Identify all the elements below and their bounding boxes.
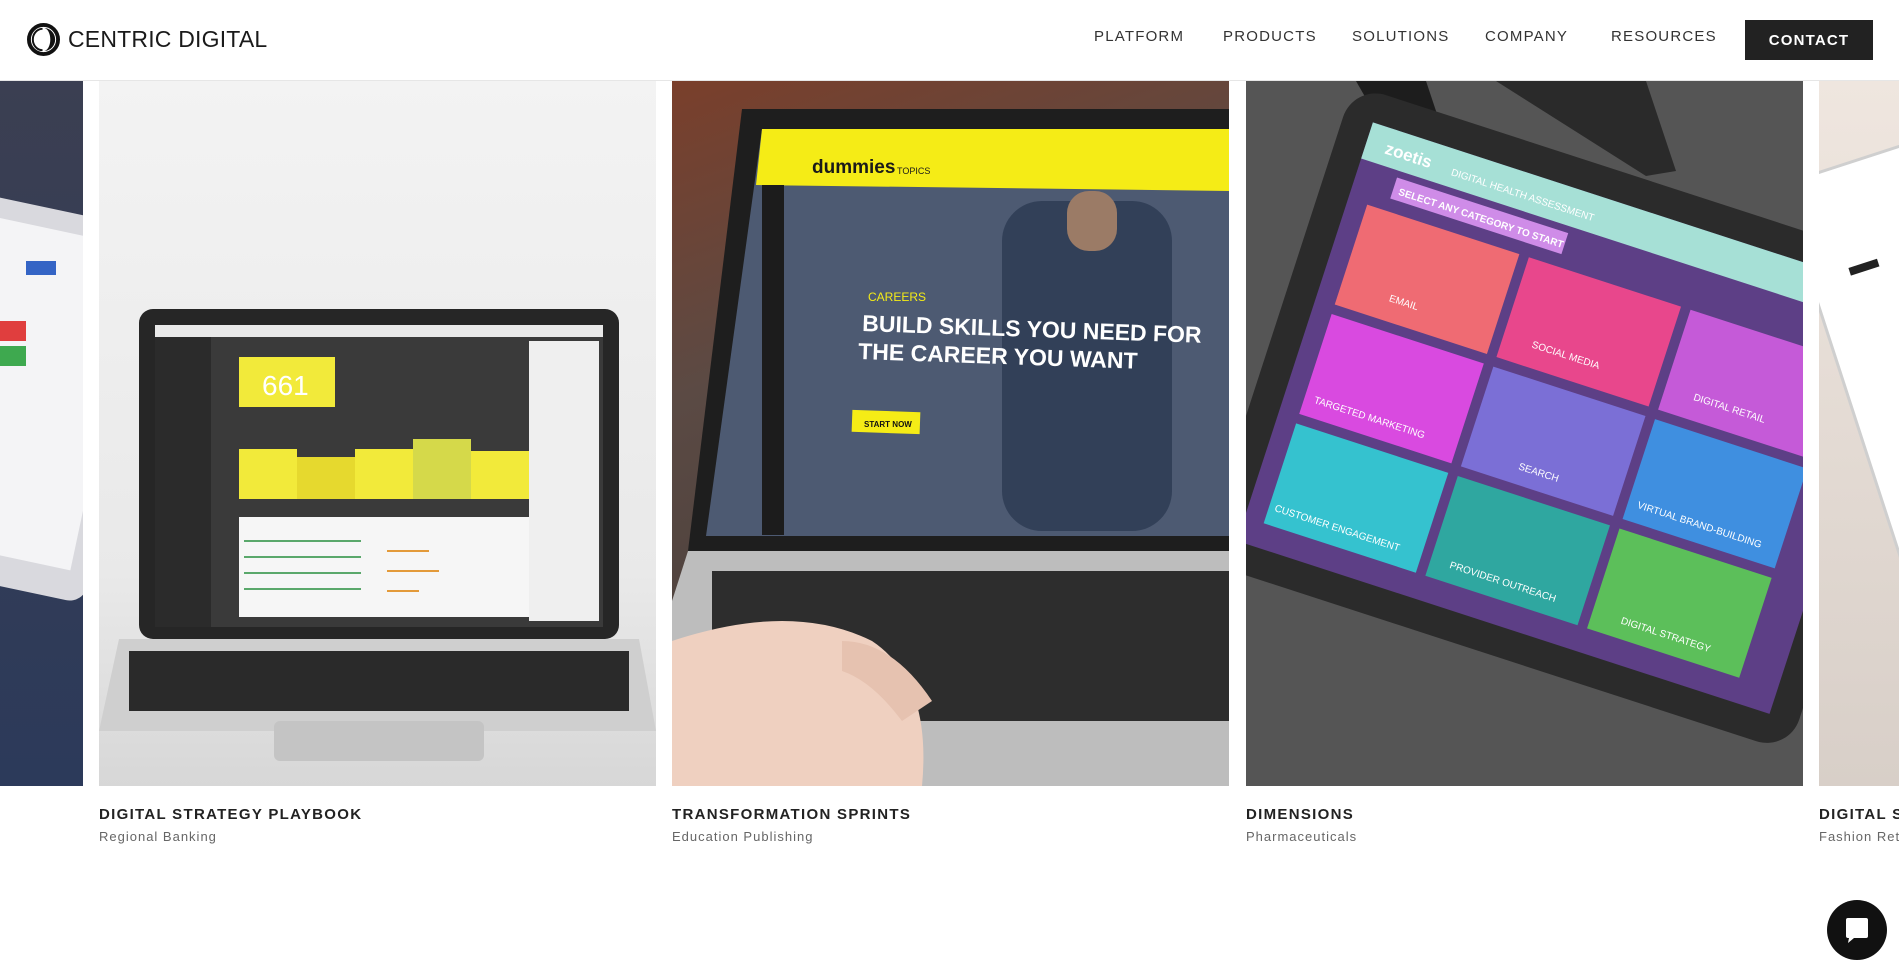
laptop-illustration: 661 bbox=[99, 81, 656, 786]
case-study-industry: Fashion Ret bbox=[1819, 829, 1899, 844]
case-study-title: TRANSFORMATION SPRINTS bbox=[672, 806, 912, 823]
tablet-illustration: zoetis DIGITAL HEALTH ASSESSMENT SELECT … bbox=[1246, 81, 1803, 786]
site-header: CENTRIC DIGITAL PLATFORM PRODUCTS SOLUTI… bbox=[0, 0, 1899, 81]
case-study-card[interactable]: 661 DIGITAL STRATEGY PLAYBOOK Regional B… bbox=[99, 81, 656, 844]
start-now-button: START NOW bbox=[864, 420, 912, 429]
case-study-image bbox=[0, 81, 83, 786]
tablet-illustration bbox=[0, 181, 83, 601]
case-study-image: zoetis DIGITAL HEALTH ASSESSMENT SELECT … bbox=[1246, 81, 1803, 786]
case-study-card-partial-left[interactable] bbox=[0, 81, 83, 786]
laptop-illustration: dummies TOPICS CAREERS BUILD SKILLS YOU … bbox=[672, 109, 1229, 786]
score-text: 661 bbox=[262, 370, 309, 401]
nav-platform[interactable]: PLATFORM bbox=[1094, 28, 1183, 45]
case-study-carousel: 661 DIGITAL STRATEGY PLAYBOOK Regional B… bbox=[0, 81, 1899, 861]
case-study-title: DIMENSIONS bbox=[1246, 806, 1355, 823]
case-study-industry: Education Publishing bbox=[672, 829, 814, 844]
nav-company[interactable]: COMPANY bbox=[1485, 28, 1571, 45]
chat-button[interactable] bbox=[1827, 900, 1887, 960]
logo-mark-icon bbox=[27, 22, 60, 56]
nav-products[interactable]: PRODUCTS bbox=[1223, 28, 1316, 45]
case-study-card-partial-right[interactable]: DIGITAL S Fashion Ret bbox=[1819, 81, 1899, 844]
case-study-image bbox=[1819, 81, 1899, 786]
case-study-image: 661 bbox=[99, 81, 656, 786]
topics-menu: TOPICS bbox=[897, 166, 930, 176]
nav-resources[interactable]: RESOURCES bbox=[1611, 28, 1716, 45]
case-study-image: dummies TOPICS CAREERS BUILD SKILLS YOU … bbox=[672, 81, 1229, 786]
case-study-card[interactable]: dummies TOPICS CAREERS BUILD SKILLS YOU … bbox=[672, 81, 1229, 844]
case-study-title: DIGITAL S bbox=[1819, 806, 1899, 823]
phone-illustration bbox=[1819, 122, 1899, 580]
contact-button[interactable]: CONTACT bbox=[1745, 20, 1873, 60]
case-study-title: DIGITAL STRATEGY PLAYBOOK bbox=[99, 806, 363, 823]
case-study-card[interactable]: zoetis DIGITAL HEALTH ASSESSMENT SELECT … bbox=[1246, 81, 1803, 844]
logo[interactable]: CENTRIC DIGITAL bbox=[27, 22, 267, 56]
nav-solutions[interactable]: SOLUTIONS bbox=[1352, 28, 1448, 45]
careers-kicker: CAREERS bbox=[868, 290, 926, 304]
logo-text: CENTRIC DIGITAL bbox=[68, 25, 268, 52]
case-study-industry: Pharmaceuticals bbox=[1246, 829, 1358, 844]
case-study-industry: Regional Banking bbox=[99, 829, 217, 844]
dummies-brand: dummies bbox=[812, 157, 895, 178]
main-nav: PLATFORM PRODUCTS SOLUTIONS COMPANY RESO… bbox=[1094, 28, 1750, 45]
chat-bubble-icon bbox=[1846, 918, 1868, 943]
